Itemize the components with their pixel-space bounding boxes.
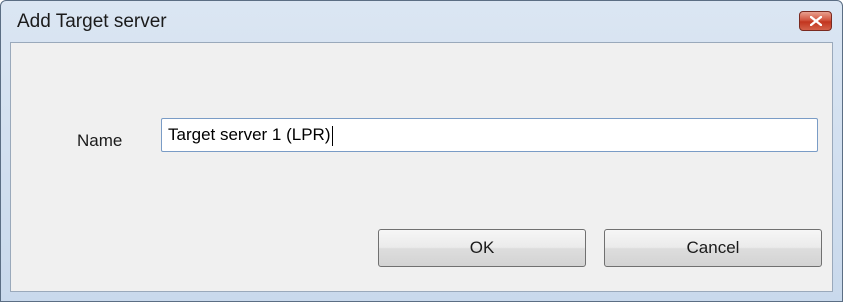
name-label: Name bbox=[77, 131, 123, 150]
dialog-window: Add Target server Name Target server 1 (… bbox=[0, 0, 843, 302]
title-bar[interactable]: Add Target server bbox=[1, 1, 842, 41]
dialog-body: Name Target server 1 (LPR) OK Cancel bbox=[10, 42, 833, 292]
ok-button-label: OK bbox=[469, 238, 495, 257]
text-caret bbox=[331, 125, 333, 146]
cancel-button-label: Cancel bbox=[686, 238, 740, 257]
name-input-value: Target server 1 (LPR) bbox=[168, 125, 331, 144]
close-icon bbox=[809, 16, 822, 26]
name-input[interactable]: Target server 1 (LPR) bbox=[161, 118, 818, 152]
cancel-button[interactable]: Cancel bbox=[604, 229, 822, 267]
ok-button[interactable]: OK bbox=[378, 229, 586, 267]
dialog-title: Add Target server bbox=[17, 11, 167, 32]
close-button[interactable] bbox=[799, 11, 832, 31]
